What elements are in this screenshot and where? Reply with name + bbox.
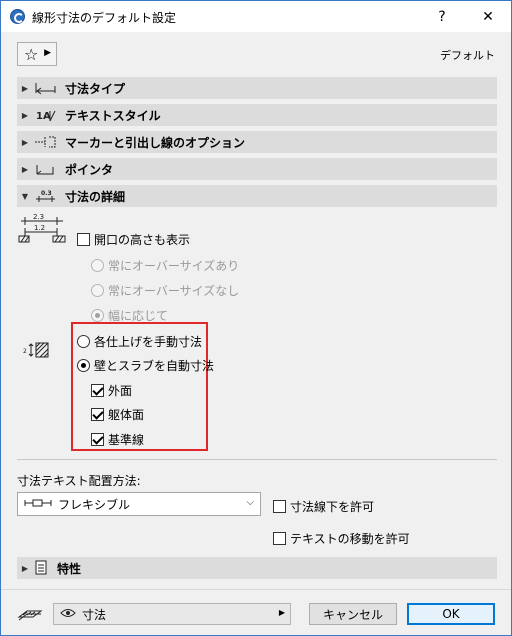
allow-below-checkbox[interactable]	[273, 500, 286, 513]
always-oversize-radio[interactable]	[91, 259, 104, 272]
section-label: 寸法の詳細	[65, 189, 126, 204]
dimension-details-icon: 0.3	[33, 188, 59, 204]
section-label: ポインタ	[65, 162, 114, 177]
expand-arrow-icon: ▶	[21, 164, 29, 174]
svg-text:1A: 1A	[36, 111, 51, 122]
expand-arrow-icon: ▶	[21, 110, 29, 120]
option-label: 外面	[108, 384, 133, 398]
option-label: 寸法線下を許可	[290, 500, 375, 514]
wall-finish-icon: 2	[23, 341, 49, 359]
section-label: マーカーと引出し線のオプション	[65, 135, 246, 150]
preview-top-value: 2.3	[33, 213, 44, 221]
manual-finish-option[interactable]: 各仕上げを手動寸法	[77, 333, 202, 350]
help-button[interactable]: ?	[419, 1, 465, 32]
option-label: 常にオーバーサイズなし	[108, 284, 240, 298]
show-opening-height-option[interactable]: 開口の高さも表示	[77, 231, 190, 248]
section-label: テキストスタイル	[65, 108, 161, 123]
option-label: テキストの移動を許可	[290, 532, 410, 546]
dimension-preview-graphic: 2.3 1.2	[17, 211, 69, 245]
pointer-icon	[33, 161, 59, 177]
core-surface-checkbox[interactable]	[91, 408, 104, 421]
properties-icon	[33, 560, 51, 576]
option-label: 開口の高さも表示	[94, 233, 191, 247]
close-button[interactable]: ✕	[465, 1, 511, 32]
collapse-arrow-icon: ▼	[21, 191, 29, 201]
placement-dropdown[interactable]: フレキシブル ⌵	[17, 492, 261, 516]
window-title: 線形寸法のデフォルト設定	[32, 11, 177, 25]
layer-name: 寸法	[82, 607, 107, 622]
auto-wall-slab-radio[interactable]	[77, 359, 90, 372]
expand-arrow-icon: ▶	[21, 137, 29, 147]
svg-text:2: 2	[23, 348, 27, 355]
preview-bottom-value: 1.2	[34, 224, 45, 232]
option-label: 基準線	[108, 433, 145, 447]
never-oversize-radio[interactable]	[91, 284, 104, 297]
title-bar: 線形寸法のデフォルト設定 ? ✕	[1, 1, 511, 32]
section-marker-options[interactable]: ▶ マーカーと引出し線のオプション	[17, 131, 497, 153]
expand-arrow-icon: ▶	[21, 563, 29, 573]
arrow-right-icon: ▶	[278, 608, 285, 617]
section-label: 寸法タイプ	[65, 81, 126, 96]
placement-value: フレキシブル	[58, 497, 131, 512]
cancel-button[interactable]: キャンセル	[309, 603, 397, 625]
option-label: 各仕上げを手動寸法	[94, 335, 203, 349]
depending-on-width-radio[interactable]	[91, 309, 104, 322]
favorites-button[interactable]: ☆ ▶	[17, 42, 57, 66]
text-style-icon: 1A	[33, 107, 59, 123]
allow-below-option[interactable]: 寸法線下を許可	[273, 498, 374, 515]
reference-line-checkbox[interactable]	[91, 433, 104, 446]
expand-arrow-icon: ▶	[21, 83, 29, 93]
layer-stack-icon	[17, 605, 43, 623]
svg-text:0.3: 0.3	[41, 190, 52, 197]
manual-finish-radio[interactable]	[77, 335, 90, 348]
section-text-style[interactable]: ▶ 1A テキストスタイル	[17, 104, 497, 126]
flexible-placement-icon	[24, 497, 52, 511]
auto-wall-slab-option[interactable]: 壁とスラブを自動寸法	[77, 357, 214, 374]
show-opening-height-checkbox[interactable]	[77, 233, 90, 246]
never-oversize-option[interactable]: 常にオーバーサイズなし	[91, 282, 239, 299]
arrow-right-icon: ▶	[44, 48, 51, 58]
option-label: 壁とスラブを自動寸法	[94, 359, 215, 373]
footer-separator	[1, 589, 511, 590]
allow-move-option[interactable]: テキストの移動を許可	[273, 530, 410, 547]
core-surface-option[interactable]: 躯体面	[91, 406, 144, 423]
section-dimension-type[interactable]: ▶ 寸法タイプ	[17, 77, 497, 99]
dialog-window: 線形寸法のデフォルト設定 ? ✕ ☆ ▶ デフォルト ▶ 寸法タイプ ▶ 1A …	[0, 0, 512, 636]
divider	[17, 459, 497, 460]
placement-label: 寸法テキスト配置方法:	[17, 474, 141, 488]
option-label: 躯体面	[108, 408, 145, 422]
eye-icon	[60, 607, 76, 621]
preset-label: デフォルト	[440, 49, 495, 62]
chevron-down-icon: ⌵	[246, 497, 254, 508]
star-icon: ☆	[24, 44, 39, 64]
section-label: 特性	[57, 561, 82, 576]
allow-move-checkbox[interactable]	[273, 532, 286, 545]
reference-line-option[interactable]: 基準線	[91, 431, 144, 448]
outer-surface-checkbox[interactable]	[91, 384, 104, 397]
always-oversize-option[interactable]: 常にオーバーサイズあり	[91, 257, 239, 274]
layer-selector[interactable]: 寸法 ▶	[53, 603, 291, 625]
section-pointer[interactable]: ▶ ポインタ	[17, 158, 497, 180]
section-dimension-details[interactable]: ▼ 0.3 寸法の詳細	[17, 185, 497, 207]
dimension-type-icon	[33, 80, 59, 96]
ok-button[interactable]: OK	[407, 603, 495, 625]
marker-leader-icon	[33, 134, 59, 150]
section-properties[interactable]: ▶ 特性	[17, 557, 497, 579]
option-label: 常にオーバーサイズあり	[108, 259, 240, 273]
outer-surface-option[interactable]: 外面	[91, 382, 132, 399]
archicad-app-icon	[10, 9, 25, 24]
